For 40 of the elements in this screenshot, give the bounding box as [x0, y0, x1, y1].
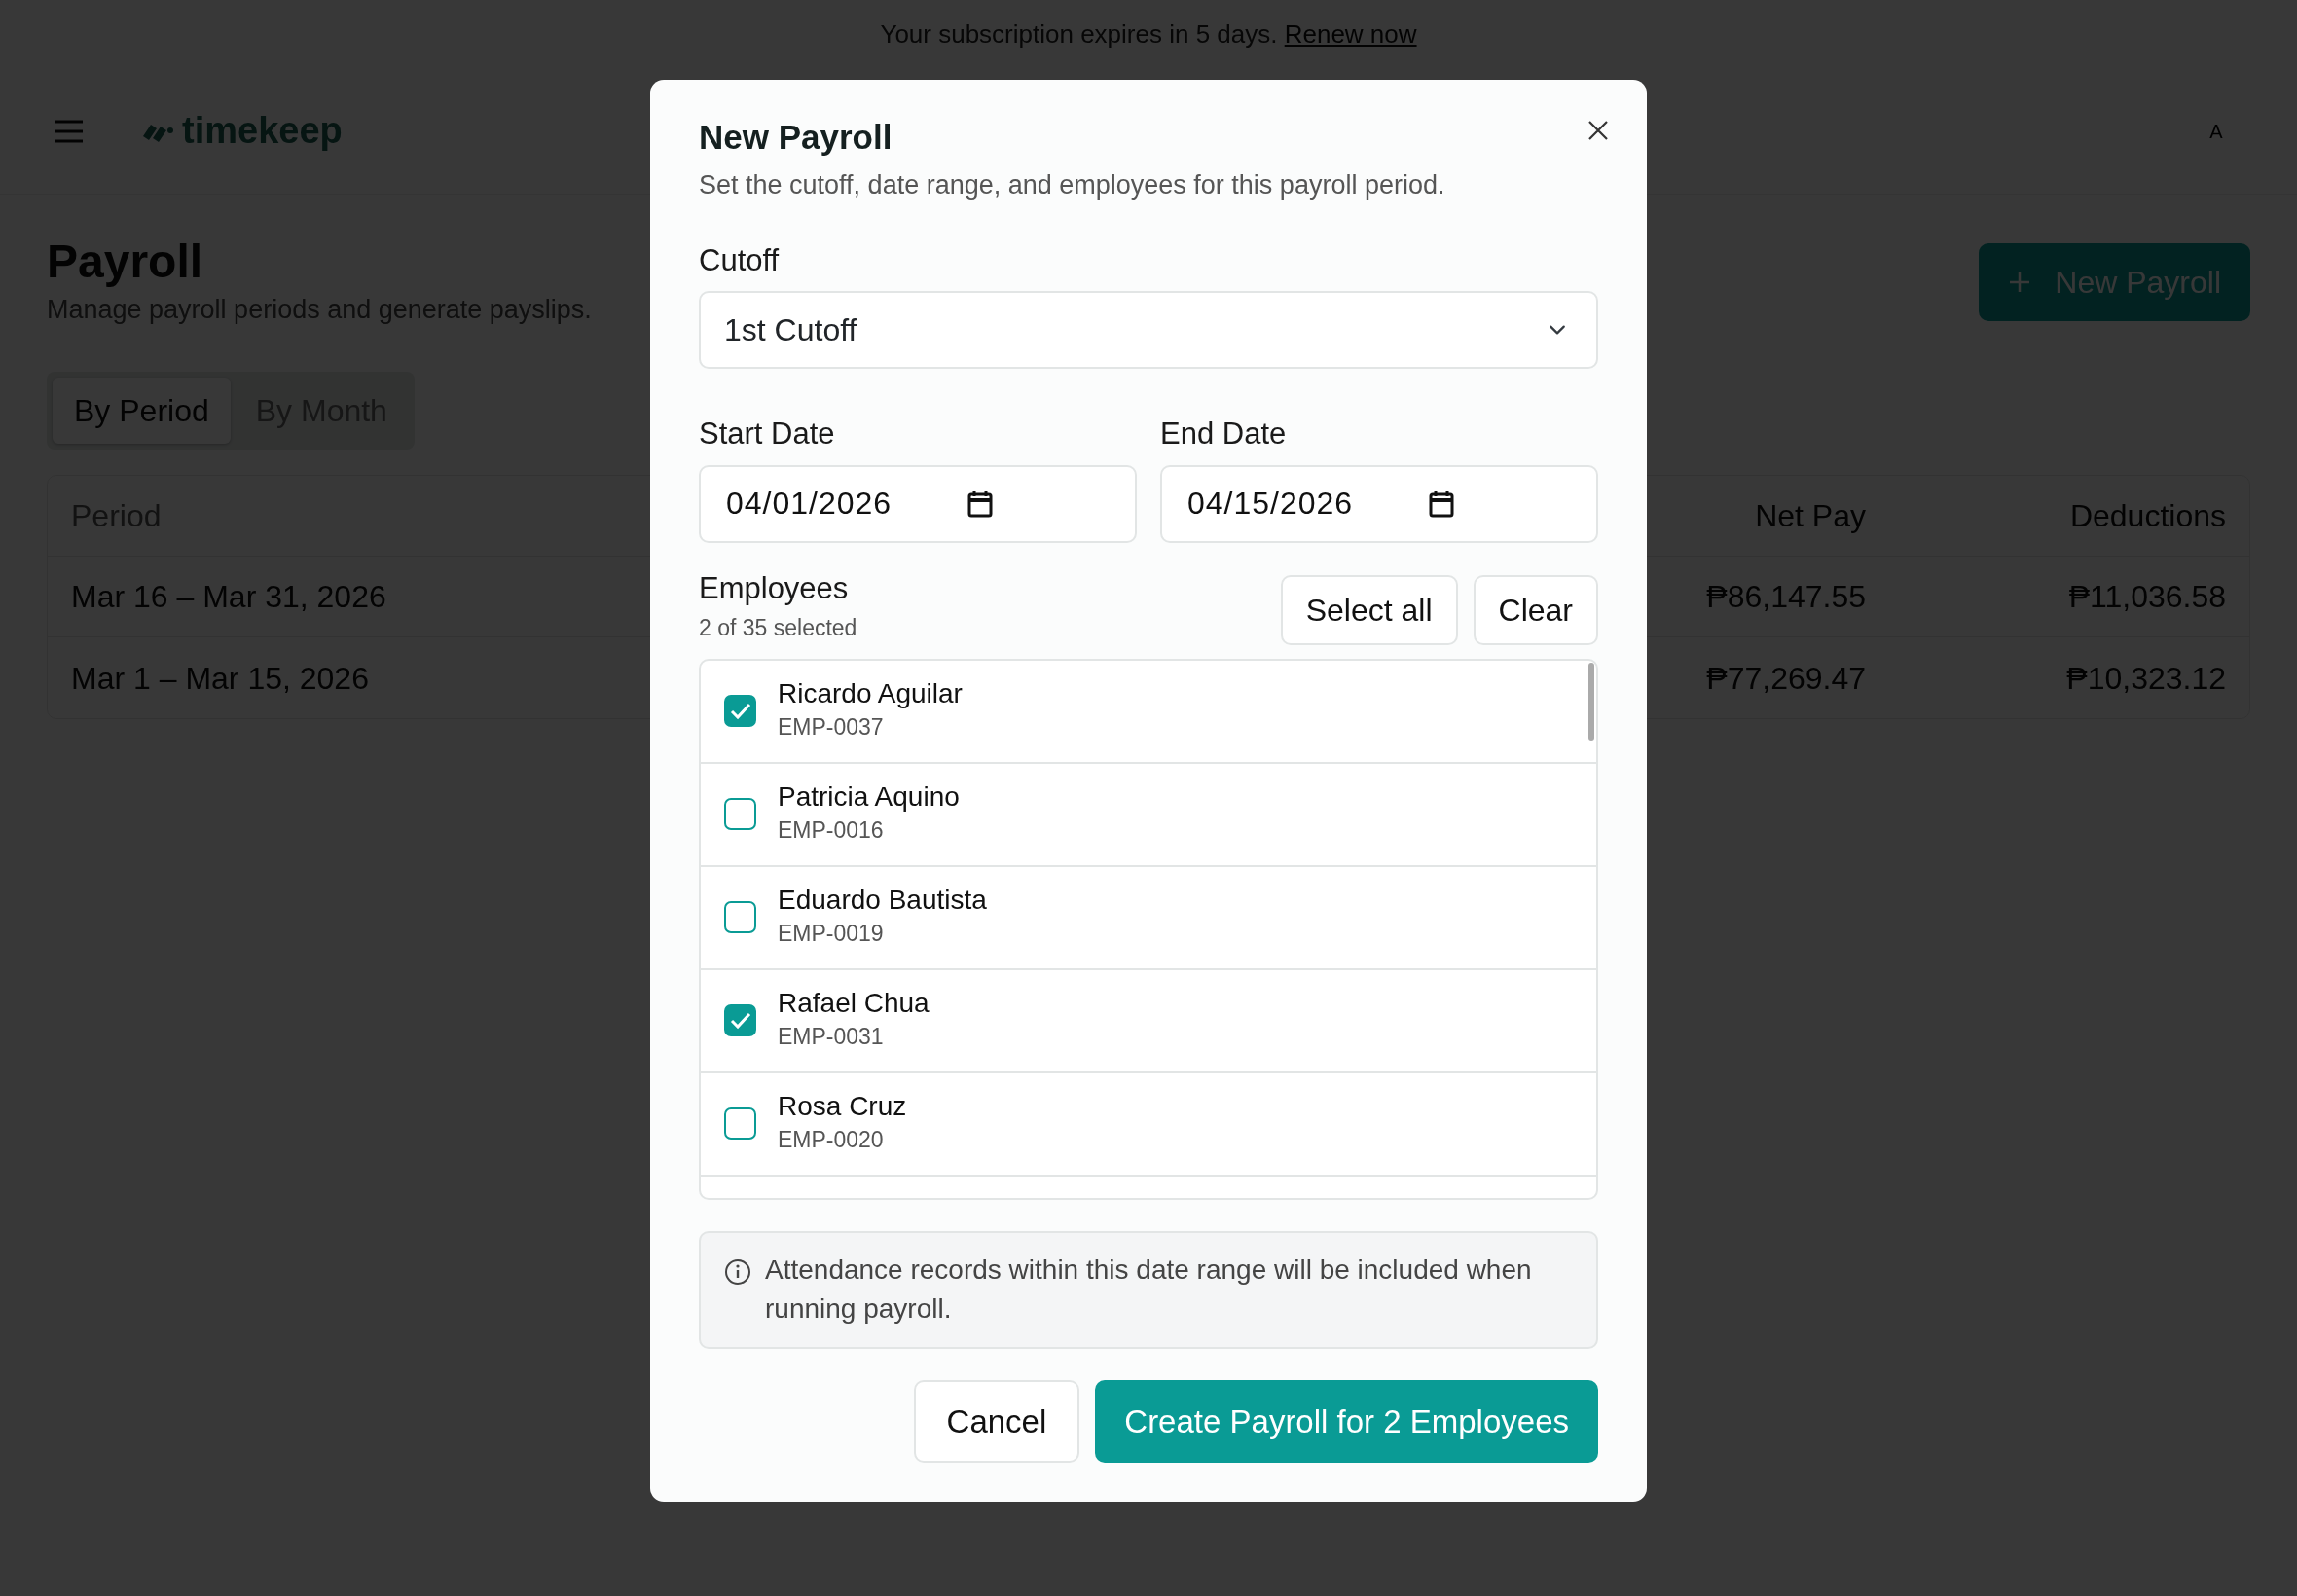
calendar-icon[interactable]: [1429, 490, 1454, 518]
checkbox[interactable]: [724, 695, 756, 727]
field-label: End Date: [1160, 416, 1288, 453]
close-icon[interactable]: [1586, 119, 1610, 142]
modal-title: New Payroll: [699, 117, 893, 158]
check-icon: [729, 1011, 751, 1030]
checkbox[interactable]: [724, 1004, 756, 1036]
employee-id: EMP-0037: [778, 713, 885, 743]
employee-id: EMP-0020: [778, 1126, 885, 1155]
employee-row[interactable]: Rosa Cruz EMP-0020: [701, 1072, 1596, 1177]
select-all-button[interactable]: Select all: [1280, 574, 1458, 645]
employee-row[interactable]: Patricia Aquino EMP-0016: [701, 763, 1596, 867]
info-icon: [724, 1257, 751, 1286]
calendar-icon[interactable]: [967, 490, 993, 518]
checkbox[interactable]: [724, 901, 756, 933]
checkbox[interactable]: [724, 1107, 756, 1140]
employee-name: Rafael Chua: [778, 987, 930, 1021]
info-text: Attendance records within this date range will be included when running payroll.: [765, 1252, 1533, 1326]
employee-name: Rosa Cruz: [778, 1090, 907, 1124]
employee-id: EMP-0019: [778, 920, 885, 949]
date-field[interactable]: 04/01/2026: [699, 464, 1137, 543]
field-label: Cutoff: [699, 241, 781, 279]
cutoff-select[interactable]: 1st Cutoff: [699, 291, 1598, 369]
employee-row[interactable]: Rafael Chua EMP-0031: [701, 969, 1596, 1073]
employee-row[interactable]: Eduardo Bautista EMP-0019: [701, 866, 1596, 970]
date-field[interactable]: 04/15/2026: [1160, 464, 1598, 543]
selected-count: 2 of 35 selected: [699, 614, 857, 642]
field-label: Start Date: [699, 416, 836, 453]
field-label: Employees: [699, 569, 850, 607]
cancel-button[interactable]: Cancel: [913, 1379, 1080, 1464]
employee-id: EMP-0016: [778, 816, 885, 846]
modal-subtitle: Set the cutoff, date range, and employees for this payroll period.: [699, 169, 1446, 201]
check-icon: [729, 702, 751, 720]
scrollbar-thumb[interactable]: [1588, 662, 1594, 741]
employee-name: Ricardo Aguilar: [778, 677, 963, 711]
clear-button[interactable]: Clear: [1473, 574, 1598, 645]
employee-name: Patricia Aquino: [778, 780, 960, 815]
employee-name: Eduardo Bautista: [778, 884, 987, 918]
checkbox[interactable]: [724, 798, 756, 830]
employee-id: EMP-0031: [778, 1023, 885, 1052]
